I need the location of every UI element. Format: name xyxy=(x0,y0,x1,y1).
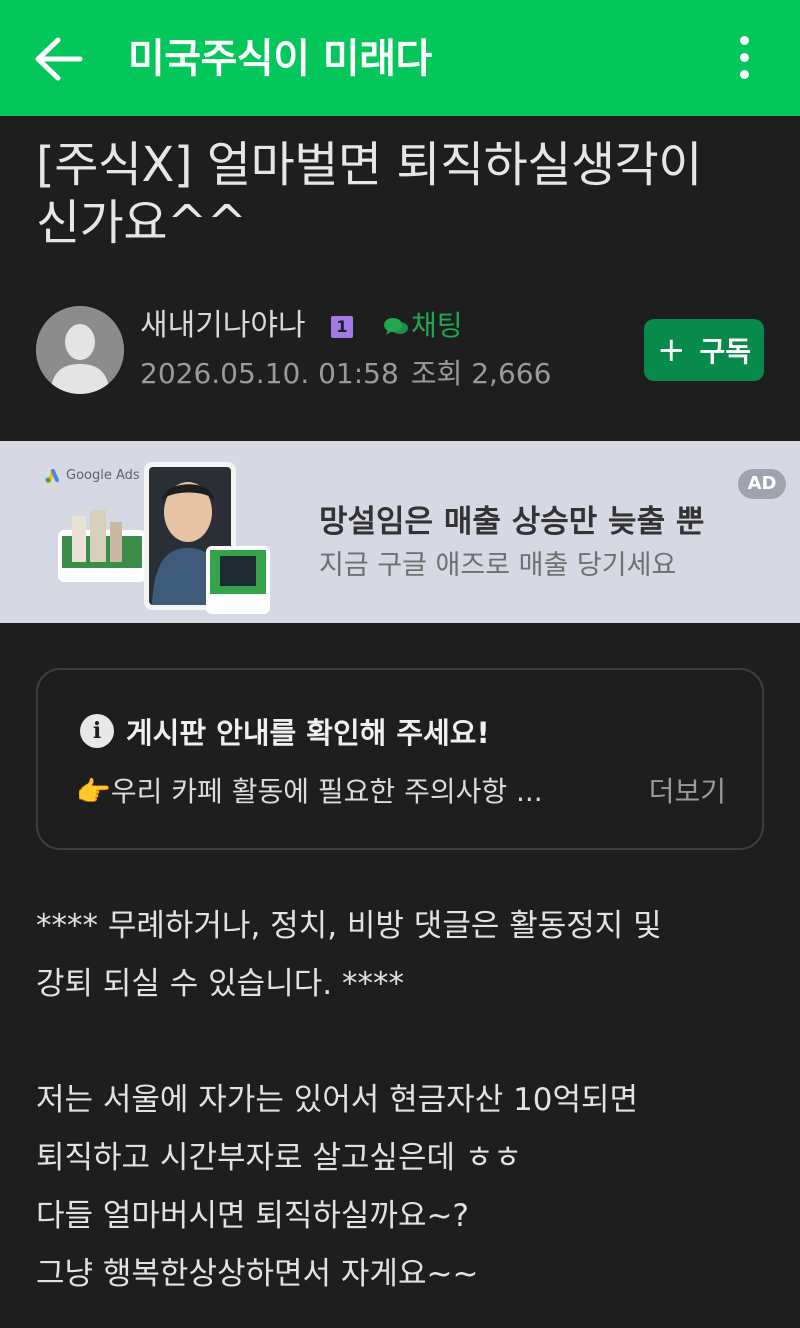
notice-heading: i 게시판 안내를 확인해 주세요! xyxy=(80,710,490,752)
post-date: 2026.05.10. 01:58 xyxy=(140,357,399,390)
ad-subtext: 지금 구글 애즈로 매출 당기세요 xyxy=(319,550,677,581)
ad-image xyxy=(58,462,270,614)
content-line: 퇴직하고 시간부자로 살고싶은데 ㅎㅎ xyxy=(36,1140,522,1176)
warning-line: **** 무례하거나, 정치, 비방 댓글은 활동정지 및 xyxy=(36,908,662,944)
post-meta: 2026.05.10. 01:58 조회 2,666 xyxy=(140,354,563,394)
info-icon: i xyxy=(80,714,114,748)
post-title: [주식X] 얼마벌면 퇴직하실생각이신가요^^ xyxy=(36,137,702,251)
post-content: **** 무례하거나, 정치, 비방 댓글은 활동정지 및 강퇴 되실 수 있습… xyxy=(36,897,766,1303)
subscribe-button[interactable]: + 구독 xyxy=(644,319,764,381)
chat-bubble-icon xyxy=(384,318,408,335)
more-options-icon[interactable] xyxy=(734,36,754,82)
subscribe-label: 구독 xyxy=(699,335,752,368)
chat-link[interactable]: 채팅 xyxy=(383,306,463,346)
ad-badge[interactable]: AD xyxy=(738,469,786,499)
chat-label: 채팅 xyxy=(411,309,463,342)
cafe-title[interactable]: 미국주식이 미래다 xyxy=(128,34,432,84)
content-line: 그냥 행복한상상하면서 자게요~~ xyxy=(36,1256,479,1292)
content-line: 다들 얼마버시면 퇴직하실까요~? xyxy=(36,1198,469,1234)
content-line: 저는 서울에 자가는 있어서 현금자산 10억되면 xyxy=(36,1082,639,1118)
view-count: 조회 2,666 xyxy=(410,357,552,390)
notice-body: 👉우리 카페 활동에 필요한 주의사항 ... xyxy=(76,775,543,808)
back-arrow-icon[interactable] xyxy=(32,34,86,84)
app-bar: 미국주식이 미래다 xyxy=(0,0,800,116)
notice-more-link[interactable]: 더보기 xyxy=(649,770,726,810)
warning-line: 강퇴 되실 수 있습니다. **** xyxy=(36,966,404,1002)
level-badge: 1 xyxy=(331,316,353,338)
author-name[interactable]: 새내기나야나 xyxy=(140,306,306,346)
ad-headline: 망설임은 매출 상승만 늦출 뿐 xyxy=(319,504,705,540)
board-notice[interactable]: i 게시판 안내를 확인해 주세요! 👉우리 카페 활동에 필요한 주의사항 .… xyxy=(36,668,764,850)
plus-icon: + xyxy=(656,330,686,370)
avatar[interactable] xyxy=(36,306,124,394)
